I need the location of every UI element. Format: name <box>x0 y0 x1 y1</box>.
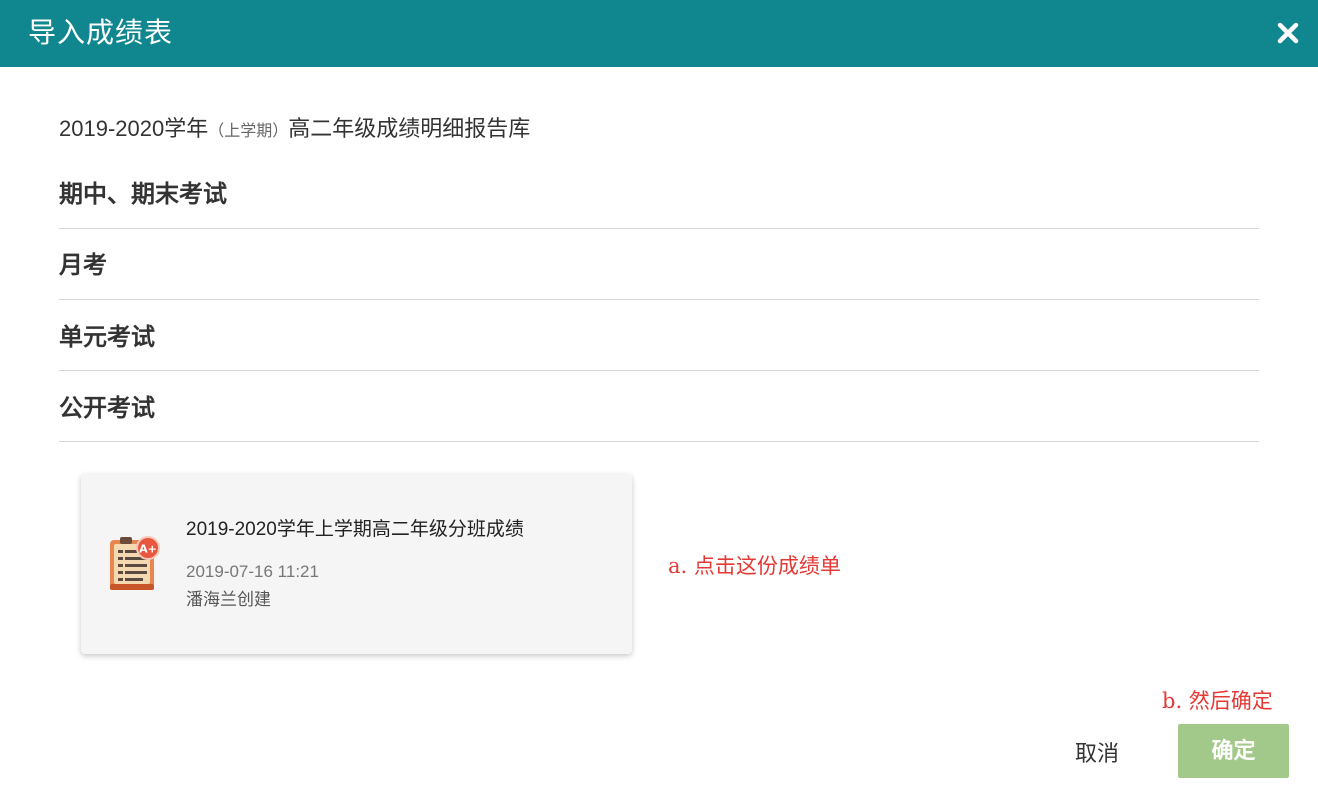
report-card-title: 2019-2020学年上学期高二年级分班成绩 <box>186 519 524 540</box>
import-score-dialog: 导入成绩表 2019-2020学年（上学期）高二年级成绩明细报告库 期中、期末考… <box>0 0 1318 802</box>
category-label: 单元考试 <box>59 324 155 351</box>
close-button[interactable] <box>1272 17 1304 49</box>
category-public[interactable]: 公开考试 <box>59 371 1259 442</box>
category-midterm-final[interactable]: 期中、期末考试 <box>59 158 1259 229</box>
library-term: （上学期） <box>208 123 289 140</box>
category-label: 月考 <box>59 252 107 279</box>
category-unit[interactable]: 单元考试 <box>59 300 1259 371</box>
report-card-time: 2019-07-16 11:21 <box>186 562 319 581</box>
library-year: 2019-2020学年 <box>59 116 209 141</box>
library-name: 高二年级成绩明细报告库 <box>288 116 531 141</box>
report-card-creator: 潘海兰创建 <box>186 590 271 609</box>
library-title: 2019-2020学年（上学期）高二年级成绩明细报告库 <box>59 114 530 147</box>
dialog-header: 导入成绩表 <box>0 0 1318 67</box>
cancel-button[interactable]: 取消 <box>1062 734 1132 774</box>
annotation-step-a: a. 点击这份成绩单 <box>668 554 841 578</box>
confirm-button[interactable]: 确定 <box>1178 724 1289 778</box>
svg-text:A+: A+ <box>139 543 157 556</box>
category-label: 公开考试 <box>59 395 155 422</box>
report-card[interactable]: A+ 2019-2020学年上学期高二年级分班成绩 2019-07-16 11:… <box>81 474 632 654</box>
close-icon <box>1277 22 1299 44</box>
report-card-icon: A+ <box>110 536 160 590</box>
category-label: 期中、期末考试 <box>59 181 227 208</box>
dialog-title: 导入成绩表 <box>28 17 174 48</box>
annotation-step-b: b. 然后确定 <box>1162 689 1273 713</box>
category-monthly[interactable]: 月考 <box>59 229 1259 300</box>
